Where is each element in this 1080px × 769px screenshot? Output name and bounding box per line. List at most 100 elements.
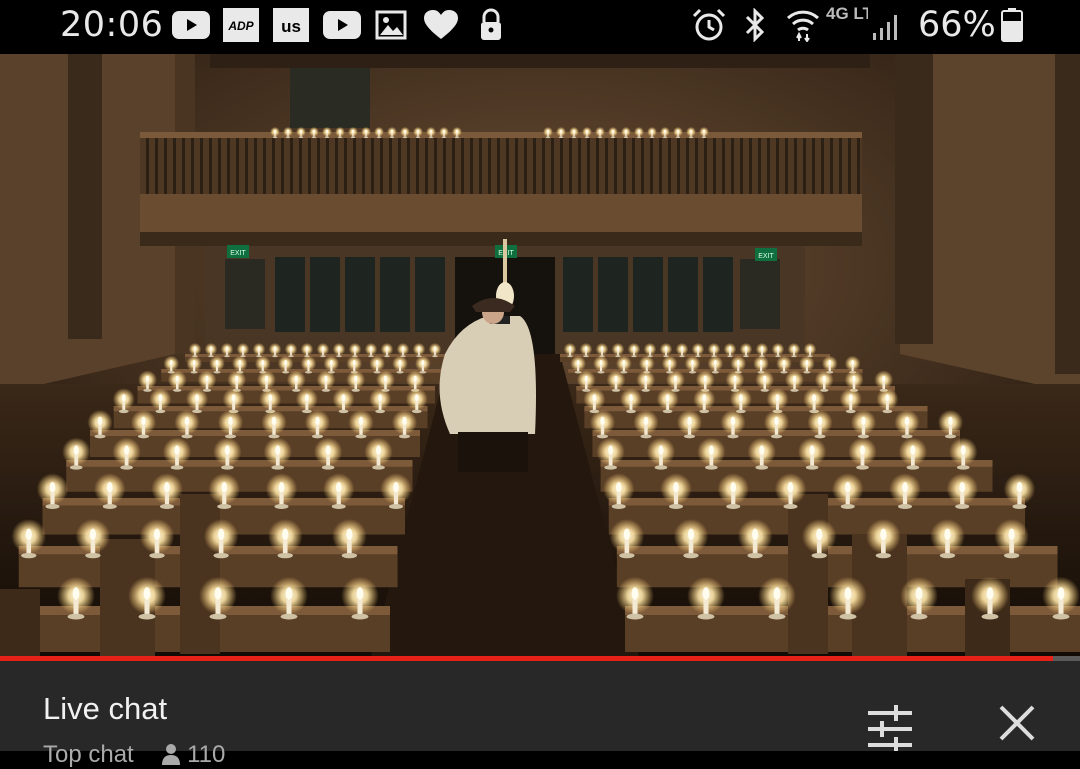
candle-flame (257, 346, 261, 351)
candle-flame (238, 360, 242, 366)
candle-flame (959, 482, 966, 493)
candle-base (324, 136, 330, 139)
candle-base (143, 388, 152, 392)
candle-base (640, 434, 652, 439)
candle-flame (287, 129, 289, 133)
candle-flame (759, 360, 763, 366)
candle-flame (822, 375, 826, 382)
baluster (560, 138, 563, 194)
candle-flame (568, 346, 572, 351)
baluster (299, 138, 302, 194)
candle-flame (703, 129, 705, 133)
candle-flame (315, 416, 320, 426)
baluster (821, 138, 824, 194)
candle-base (351, 613, 369, 620)
candle-base (910, 613, 928, 620)
baluster (524, 138, 527, 194)
candle-flame (629, 394, 633, 402)
candle-flame (414, 394, 419, 402)
candle-base (402, 136, 408, 139)
candle-flame (599, 129, 601, 133)
baluster (758, 138, 761, 194)
candle-base (170, 465, 184, 470)
baluster (164, 138, 167, 194)
candle-flame (417, 346, 421, 351)
baluster (740, 138, 743, 194)
candle-base (701, 136, 707, 139)
baluster (749, 138, 752, 194)
candle-flame (782, 360, 786, 366)
baluster (848, 138, 851, 194)
candle-base (173, 388, 182, 392)
candle-flame (209, 346, 213, 351)
candle-base (944, 434, 957, 439)
candle-base (558, 136, 564, 139)
us-news-icon: us (272, 6, 310, 44)
candle-base (631, 355, 637, 358)
baluster (182, 138, 185, 194)
video-player[interactable]: EXIT EXIT EXIT (0, 54, 1080, 660)
baluster (677, 138, 680, 194)
candle-flame (335, 482, 342, 493)
candle-flame (638, 129, 640, 133)
candle-base (85, 552, 101, 559)
youtube-icon (171, 6, 211, 44)
baluster (776, 138, 779, 194)
baluster (668, 138, 671, 194)
side-window-left (225, 259, 265, 329)
candle-flame (882, 375, 886, 382)
candle-base (939, 552, 956, 559)
candle-flame (369, 346, 373, 351)
candle-flame (341, 394, 346, 402)
candle-base (351, 388, 360, 392)
candle-flame (268, 394, 273, 402)
candle-base (898, 504, 912, 509)
balcony-underside (140, 232, 862, 246)
live-chat-panel: Live chat Top chat 110 (0, 661, 1080, 768)
live-chat-mode-selector[interactable]: Top chat 110 (43, 741, 225, 769)
candle-base (875, 552, 892, 559)
pew-end (788, 494, 828, 654)
candle-flame (774, 416, 779, 426)
candle-base (1012, 504, 1027, 509)
candle-base (906, 465, 920, 470)
candle-flame (643, 416, 649, 426)
chat-close-button[interactable] (987, 703, 1047, 763)
network-type-label: 4G LTE (826, 4, 868, 23)
baluster (632, 138, 635, 194)
candle-base (396, 371, 404, 374)
candle-flame (622, 360, 626, 366)
candle-base (428, 136, 434, 139)
candle-flame (763, 375, 767, 382)
candle-base (760, 388, 769, 392)
candle-base (375, 409, 386, 414)
candle-flame (72, 587, 80, 600)
candle-base (45, 504, 60, 509)
candle-flame (547, 129, 549, 133)
candle-flame (708, 445, 714, 455)
candle-flame (631, 587, 639, 600)
viewer-count: 110 (187, 741, 226, 768)
candle-base (336, 355, 342, 358)
candle-flame (600, 346, 604, 351)
candle-base (583, 355, 589, 358)
candle-flame (573, 129, 575, 133)
candle-base (981, 613, 999, 620)
candle-base (321, 465, 335, 470)
candle-base (376, 136, 382, 139)
candle-flame (121, 394, 126, 402)
candle-base (675, 136, 681, 139)
candle-base (120, 465, 133, 470)
candle-flame (817, 416, 823, 426)
baluster (227, 138, 230, 194)
chat-filter-button[interactable] (860, 703, 920, 763)
candle-flame (812, 394, 817, 402)
candle-base (224, 355, 230, 358)
baluster (326, 138, 329, 194)
candle-base (839, 613, 857, 620)
candle-flame (339, 129, 341, 133)
candle-base (209, 613, 227, 620)
candle-flame (430, 129, 432, 133)
adp-badge-text: ADP (227, 19, 254, 33)
video-frame-church-candlelight: EXIT EXIT EXIT (0, 54, 1080, 660)
